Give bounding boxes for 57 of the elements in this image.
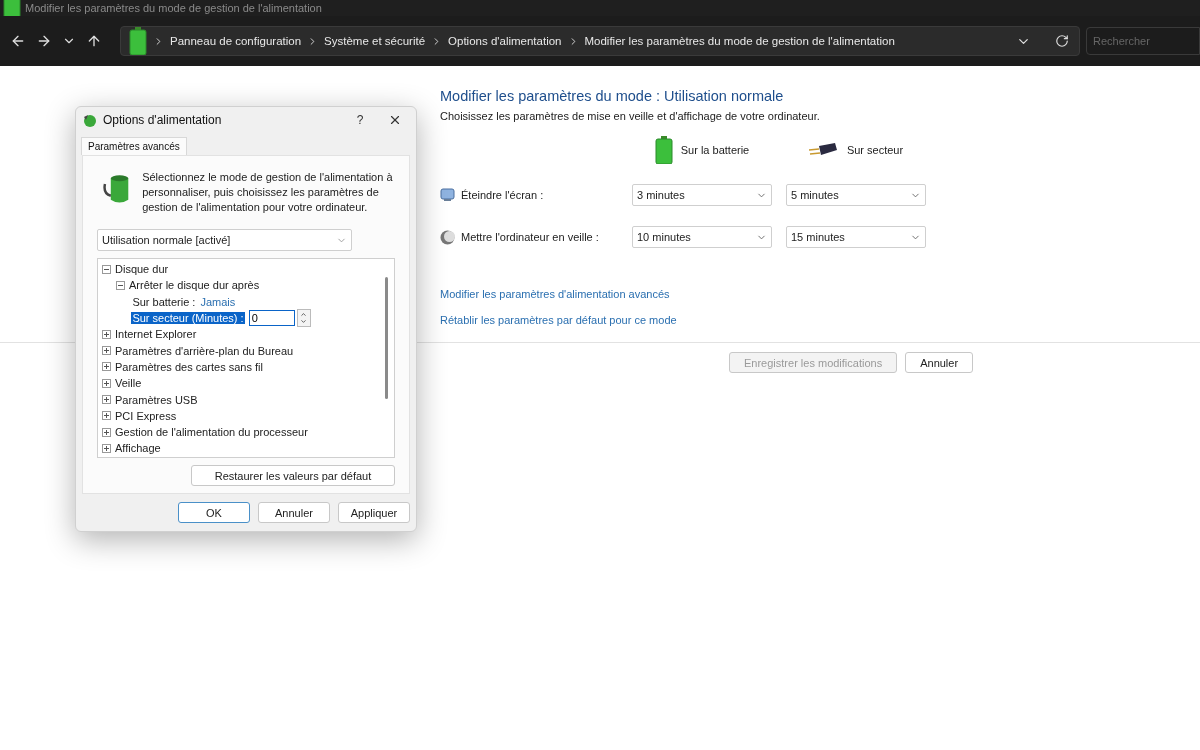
expand-icon[interactable]: [102, 346, 111, 356]
tree-item[interactable]: PCI Express: [115, 409, 177, 422]
page-subtitle: Choisissez les paramètres de mise en veille et d'affichage de votre ordinateur.: [440, 110, 821, 122]
dialog-button[interactable]: Annuler: [258, 502, 330, 523]
tree-item[interactable]: Paramètres USB: [115, 393, 198, 406]
tree-item[interactable]: Arrêter le disque dur après: [129, 279, 260, 292]
spinner-icon[interactable]: [296, 309, 311, 328]
help-button[interactable]: ?: [345, 112, 375, 128]
restore-defaults-button[interactable]: Restaurer les valeurs par défaut: [191, 465, 395, 486]
tree-item[interactable]: Veille: [115, 377, 142, 390]
setting-value[interactable]: Jamais: [200, 295, 236, 308]
minutes-field[interactable]: 0: [248, 310, 295, 327]
plan-dropdown[interactable]: Utilisation normale [activé]: [97, 229, 352, 251]
column-label: Sur la batterie: [680, 144, 750, 156]
settings-link[interactable]: Modifier les paramètres d'alimentation avancés: [440, 288, 670, 300]
column-label: Sur secteur: [846, 144, 904, 156]
dropdown[interactable]: 10 minutes: [632, 226, 772, 248]
breadcrumb-item[interactable]: Système et sécurité: [324, 35, 426, 47]
search-field[interactable]: Rechercher: [1086, 27, 1200, 55]
dropdown[interactable]: 5 minutes: [786, 184, 926, 206]
expand-icon[interactable]: [102, 427, 111, 437]
expand-icon[interactable]: [102, 378, 111, 388]
page-heading: Modifier les paramètres du mode : Utilisation normale: [440, 88, 785, 104]
setting-label: Mettre l'ordinateur en veille :: [461, 231, 599, 243]
address-bar[interactable]: Panneau de configuration Système et sécurité Options d'alimentation Modifier les paramètres du mode de gestion de l'alimentation: [120, 26, 1080, 56]
window-title: Modifier les paramètres du mode de gestion de l'alimentation: [25, 2, 322, 14]
expand-icon[interactable]: [102, 329, 111, 339]
power-options-icon: [82, 112, 98, 128]
battery-icon: [129, 27, 147, 55]
collapse-icon[interactable]: [102, 264, 111, 274]
tree-item[interactable]: Paramètres d'arrière-plan du Bureau: [115, 344, 294, 357]
expand-icon[interactable]: [102, 443, 111, 453]
collapse-icon[interactable]: [116, 280, 125, 290]
tab[interactable]: Paramètres avancés: [81, 137, 187, 155]
cancel-button[interactable]: Annuler: [905, 352, 974, 373]
tree-item[interactable]: Paramètres des cartes sans fil: [115, 360, 263, 373]
dropdown[interactable]: 15 minutes: [786, 226, 926, 248]
settings-link[interactable]: Rétablir les paramètres par défaut pour ce mode: [440, 314, 677, 326]
dialog-button[interactable]: OK: [178, 502, 250, 523]
tree-item[interactable]: Affichage: [115, 442, 161, 455]
description-text: Sélectionnez le mode de gestion de l'alimentation à personnaliser, puis choisissez les paramètres de gestion de l'alimentation pour votre ordinateur.: [142, 170, 394, 215]
tree-item[interactable]: Gestion de l'alimentation du processeur: [115, 426, 308, 439]
expand-icon[interactable]: [102, 395, 111, 404]
breadcrumb-item[interactable]: Options d'alimentation: [448, 35, 562, 47]
expand-icon[interactable]: [102, 411, 111, 421]
dialog-title: Options d'alimentation: [103, 113, 223, 127]
setting-label[interactable]: Sur secteur (Minutes) :: [131, 312, 245, 325]
setting-label: Éteindre l'écran :: [461, 189, 544, 201]
refresh-icon[interactable]: [1053, 32, 1071, 50]
expand-icon[interactable]: [102, 362, 111, 372]
breadcrumb-item[interactable]: Panneau de configuration: [170, 35, 302, 47]
breadcrumb-item[interactable]: Modifier les paramètres du mode de gestion de l'alimentation: [584, 35, 895, 47]
tree-item[interactable]: Internet Explorer: [115, 328, 197, 341]
setting-label[interactable]: Sur batterie :: [131, 295, 197, 308]
tree-item[interactable]: Disque dur: [115, 263, 169, 276]
dialog-button[interactable]: Appliquer: [338, 502, 410, 523]
dropdown[interactable]: 3 minutes: [632, 184, 772, 206]
